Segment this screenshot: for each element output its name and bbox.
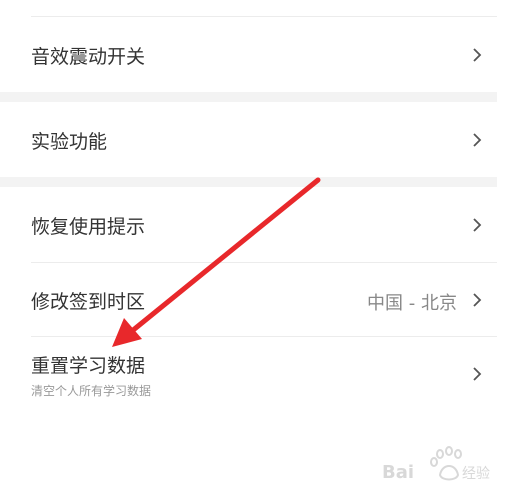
settings-item-label: 音效震动开关 bbox=[31, 46, 146, 68]
chevron-right-icon bbox=[473, 293, 482, 307]
settings-item-reset-data[interactable]: 重置学习数据 清空个人所有学习数据 bbox=[0, 337, 497, 417]
settings-item-label: 重置学习数据 bbox=[31, 355, 146, 377]
baidu-watermark-icon: Bai 经验 bbox=[382, 446, 490, 483]
settings-item-restore-tips[interactable]: 恢复使用提示 bbox=[0, 187, 497, 262]
settings-item-label: 恢复使用提示 bbox=[31, 216, 146, 238]
section-gap bbox=[0, 92, 497, 102]
timezone-value: 中国 - 北京 bbox=[367, 293, 457, 314]
settings-item-timezone[interactable]: 修改签到时区 中国 - 北京 bbox=[0, 263, 497, 336]
settings-page: 音效震动开关 实验功能 恢复使用提示 修改签到时区 中国 - 北京 重置学习数据… bbox=[0, 0, 510, 503]
settings-item-sublabel: 清空个人所有学习数据 bbox=[31, 384, 152, 398]
chevron-right-icon bbox=[473, 218, 482, 232]
section-gap bbox=[0, 177, 497, 187]
chevron-right-icon bbox=[473, 133, 482, 147]
svg-text:经验: 经验 bbox=[462, 466, 490, 482]
settings-item-sound-vibration[interactable]: 音效震动开关 bbox=[0, 17, 497, 92]
chevron-right-icon bbox=[473, 367, 482, 381]
chevron-right-icon bbox=[473, 48, 482, 62]
settings-item-experimental[interactable]: 实验功能 bbox=[0, 102, 497, 177]
svg-text:Bai: Bai bbox=[382, 462, 414, 483]
settings-item-label: 修改签到时区 bbox=[31, 291, 146, 313]
settings-item-label: 实验功能 bbox=[31, 131, 108, 153]
